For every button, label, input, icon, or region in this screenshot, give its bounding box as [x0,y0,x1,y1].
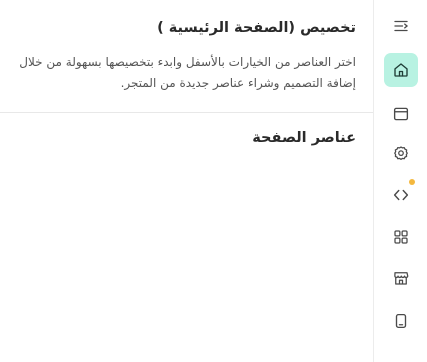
code-icon [393,189,409,201]
sidebar-item-home[interactable] [384,53,418,87]
sidebar-item-apps[interactable] [384,220,418,254]
sidebar-item-store[interactable] [384,261,418,295]
mobile-icon [395,313,407,329]
sidebar-collapse-button[interactable] [384,9,418,43]
customize-panel: تخصيص (الصفحة الرئيسية ) اختر العناصر من… [0,0,373,362]
page-description: اختر العناصر من الخيارات بالأسفل وابدء ب… [19,55,356,90]
page-title: تخصيص (الصفحة الرئيسية ) [157,20,356,36]
panel-header: تخصيص (الصفحة الرئيسية ) اختر العناصر من… [0,0,373,113]
sidebar-item-code[interactable] [384,178,418,212]
section-title: عناصر الصفحة [252,130,356,146]
sidebar-item-mobile[interactable] [384,304,418,338]
sidebar-item-pages[interactable] [384,97,418,131]
sidebar [373,0,427,362]
notification-dot [409,179,415,185]
gear-icon [394,146,408,160]
sidebar-item-settings[interactable] [384,136,418,170]
browser-window-icon [393,107,409,121]
menu-collapse-icon [394,20,409,32]
store-icon [394,272,409,285]
apps-grid-icon [394,230,408,244]
home-icon [394,63,408,77]
